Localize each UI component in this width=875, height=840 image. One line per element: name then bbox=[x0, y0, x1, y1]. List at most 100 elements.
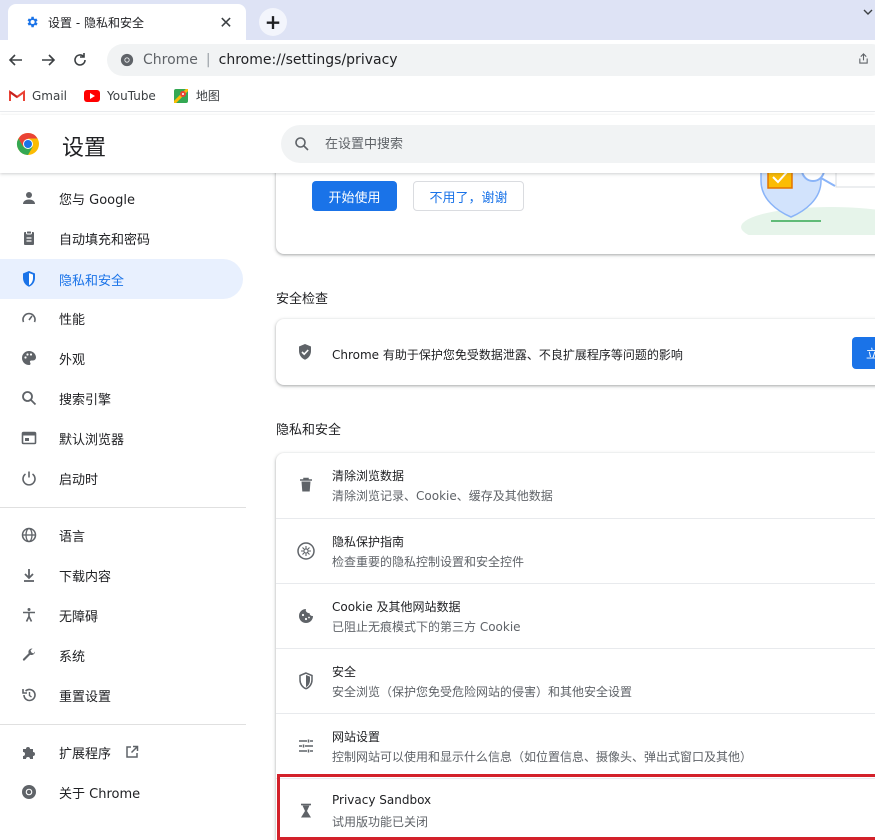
privacy-security-heading: 隐私和安全 bbox=[276, 423, 342, 438]
row-site-settings[interactable]: 网站设置 控制网站可以使用和显示什么信息（如位置信息、摄像头、弹出式窗口及其他） bbox=[276, 713, 875, 778]
share-icon[interactable] bbox=[858, 53, 869, 67]
omnibox-url[interactable]: chrome://settings/privacy bbox=[219, 52, 398, 68]
row-title: 清除浏览数据 bbox=[332, 469, 405, 483]
sidebar-item-label: 隐私和安全 bbox=[59, 273, 125, 289]
row-title: 安全 bbox=[332, 665, 357, 679]
gmail-icon bbox=[8, 88, 26, 104]
settings-header: 设置 bbox=[0, 115, 875, 173]
compass-icon bbox=[296, 541, 316, 561]
sidebar-divider bbox=[0, 507, 246, 508]
bookmark-label: 地图 bbox=[195, 89, 220, 103]
sidebar-item-downloads[interactable]: 下载内容 bbox=[0, 555, 243, 595]
speedometer-icon bbox=[19, 308, 39, 328]
row-clear-browsing-data[interactable]: 清除浏览数据 清除浏览记录、Cookie、缓存及其他数据 bbox=[276, 453, 875, 518]
row-title: 网站设置 bbox=[332, 730, 381, 744]
security-shield-icon bbox=[296, 671, 316, 691]
trash-icon bbox=[296, 475, 316, 495]
row-title: Cookie 及其他网站数据 bbox=[332, 600, 461, 614]
privacy-guide-promo-card: 开始使用 不用了，谢谢 bbox=[276, 173, 875, 254]
row-privacy-guide[interactable]: 隐私保护指南 检查重要的隐私控制设置和安全控件 bbox=[276, 518, 875, 583]
browser-toolbar: Chrome | chrome://settings/privacy bbox=[0, 40, 875, 80]
forward-arrow-icon[interactable] bbox=[32, 44, 64, 76]
address-bar[interactable]: Chrome | chrome://settings/privacy bbox=[107, 44, 875, 76]
row-subtitle: 清除浏览记录、Cookie、缓存及其他数据 bbox=[332, 489, 553, 503]
check-now-button[interactable]: 立 bbox=[852, 337, 875, 369]
sidebar-item-label: 系统 bbox=[59, 649, 86, 665]
browser-tab[interactable]: 设置 - 隐私和安全 ✕ bbox=[8, 4, 246, 40]
sidebar-item-autofill[interactable]: 自动填充和密码 bbox=[0, 218, 243, 258]
clipboard-icon bbox=[19, 228, 39, 248]
search-icon bbox=[293, 135, 311, 153]
youtube-icon bbox=[83, 88, 101, 104]
sidebar-item-on-startup[interactable]: 启动时 bbox=[0, 458, 243, 498]
sidebar-item-system[interactable]: 系统 bbox=[0, 635, 243, 675]
sidebar-item-default-browser[interactable]: 默认浏览器 bbox=[0, 418, 243, 458]
sidebar-item-accessibility[interactable]: 无障碍 bbox=[0, 595, 243, 635]
row-subtitle: 控制网站可以使用和显示什么信息（如位置信息、摄像头、弹出式窗口及其他） bbox=[332, 750, 753, 764]
sidebar-item-label: 搜索引擎 bbox=[59, 392, 112, 408]
sidebar-item-reset[interactable]: 重置设置 bbox=[0, 675, 243, 715]
sidebar-item-privacy[interactable]: 隐私和安全 bbox=[0, 259, 243, 299]
settings-gear-icon bbox=[24, 14, 40, 30]
download-icon bbox=[19, 565, 39, 585]
reset-icon bbox=[19, 685, 39, 705]
omnibox-separator: | bbox=[205, 52, 211, 68]
bookmark-label: YouTube bbox=[107, 88, 156, 103]
globe-icon bbox=[19, 525, 39, 545]
bookmark-youtube[interactable]: YouTube bbox=[83, 88, 156, 104]
external-link-icon bbox=[125, 745, 139, 759]
omnibox-chrome-label: Chrome bbox=[143, 52, 198, 68]
privacy-illustration bbox=[731, 173, 875, 247]
sidebar-item-performance[interactable]: 性能 bbox=[0, 298, 243, 338]
settings-sidebar: 您与 Google 自动填充和密码 隐私和安全 性能 外观 搜索引擎 默认浏览器… bbox=[0, 173, 260, 840]
highlight-box bbox=[277, 774, 875, 840]
sidebar-item-search-engine[interactable]: 搜索引擎 bbox=[0, 378, 243, 418]
puzzle-icon bbox=[19, 742, 39, 762]
row-subtitle: 已阻止无痕模式下的第三方 Cookie bbox=[332, 620, 521, 634]
row-cookies[interactable]: Cookie 及其他网站数据 已阻止无痕模式下的第三方 Cookie bbox=[276, 583, 875, 648]
search-icon bbox=[19, 388, 39, 408]
bookmark-gmail[interactable]: Gmail bbox=[8, 88, 67, 104]
sidebar-item-label: 您与 Google bbox=[59, 192, 135, 208]
sidebar-item-languages[interactable]: 语言 bbox=[0, 515, 243, 555]
cookie-icon bbox=[296, 606, 316, 626]
new-tab-button[interactable]: + bbox=[259, 8, 287, 36]
shield-icon bbox=[19, 269, 39, 289]
accessibility-icon bbox=[19, 605, 39, 625]
palette-icon bbox=[19, 348, 39, 368]
tab-close-icon[interactable]: ✕ bbox=[216, 12, 236, 32]
sidebar-item-label: 自动填充和密码 bbox=[59, 232, 151, 248]
chrome-site-icon bbox=[119, 52, 135, 68]
back-arrow-icon[interactable] bbox=[0, 44, 32, 76]
wrench-icon bbox=[19, 645, 39, 665]
settings-search[interactable] bbox=[281, 125, 875, 163]
sidebar-item-appearance[interactable]: 外观 bbox=[0, 338, 243, 378]
tab-search-chevron-icon[interactable] bbox=[863, 6, 873, 19]
start-button[interactable]: 开始使用 bbox=[312, 181, 397, 211]
search-input[interactable] bbox=[325, 136, 725, 152]
sidebar-item-label: 启动时 bbox=[59, 472, 99, 488]
tab-title: 设置 - 隐私和安全 bbox=[48, 15, 144, 30]
sidebar-item-extensions[interactable]: 扩展程序 bbox=[0, 732, 243, 772]
sidebar-item-label: 语言 bbox=[59, 529, 86, 545]
sidebar-item-label: 重置设置 bbox=[59, 689, 112, 705]
shield-check-icon bbox=[296, 343, 316, 363]
sidebar-item-label: 下载内容 bbox=[59, 569, 112, 585]
sidebar-divider bbox=[0, 724, 246, 725]
safety-check-card: Chrome 有助于保护您免受数据泄露、不良扩展程序等问题的影响 立 bbox=[276, 319, 875, 385]
bookmark-label: Gmail bbox=[32, 88, 68, 103]
sidebar-item-you-and-google[interactable]: 您与 Google bbox=[0, 178, 243, 218]
reload-icon[interactable] bbox=[64, 44, 96, 76]
sidebar-item-about-chrome[interactable]: 关于 Chrome bbox=[0, 772, 243, 812]
row-subtitle: 检查重要的隐私控制设置和安全控件 bbox=[332, 555, 525, 569]
tune-icon bbox=[296, 736, 316, 756]
safety-check-description: Chrome 有助于保护您免受数据泄露、不良扩展程序等问题的影响 bbox=[332, 348, 683, 362]
bookmark-maps[interactable]: 地图 bbox=[172, 87, 220, 104]
row-security[interactable]: 安全 安全浏览（保护您免受危险网站的侵害）和其他安全设置 bbox=[276, 648, 875, 713]
safety-check-heading: 安全检查 bbox=[276, 292, 329, 307]
decline-button[interactable]: 不用了，谢谢 bbox=[413, 181, 524, 211]
row-subtitle: 安全浏览（保护您免受危险网站的侵害）和其他安全设置 bbox=[332, 685, 633, 699]
person-icon bbox=[19, 188, 39, 208]
maps-icon bbox=[172, 88, 190, 104]
sidebar-item-label: 默认浏览器 bbox=[59, 432, 125, 448]
